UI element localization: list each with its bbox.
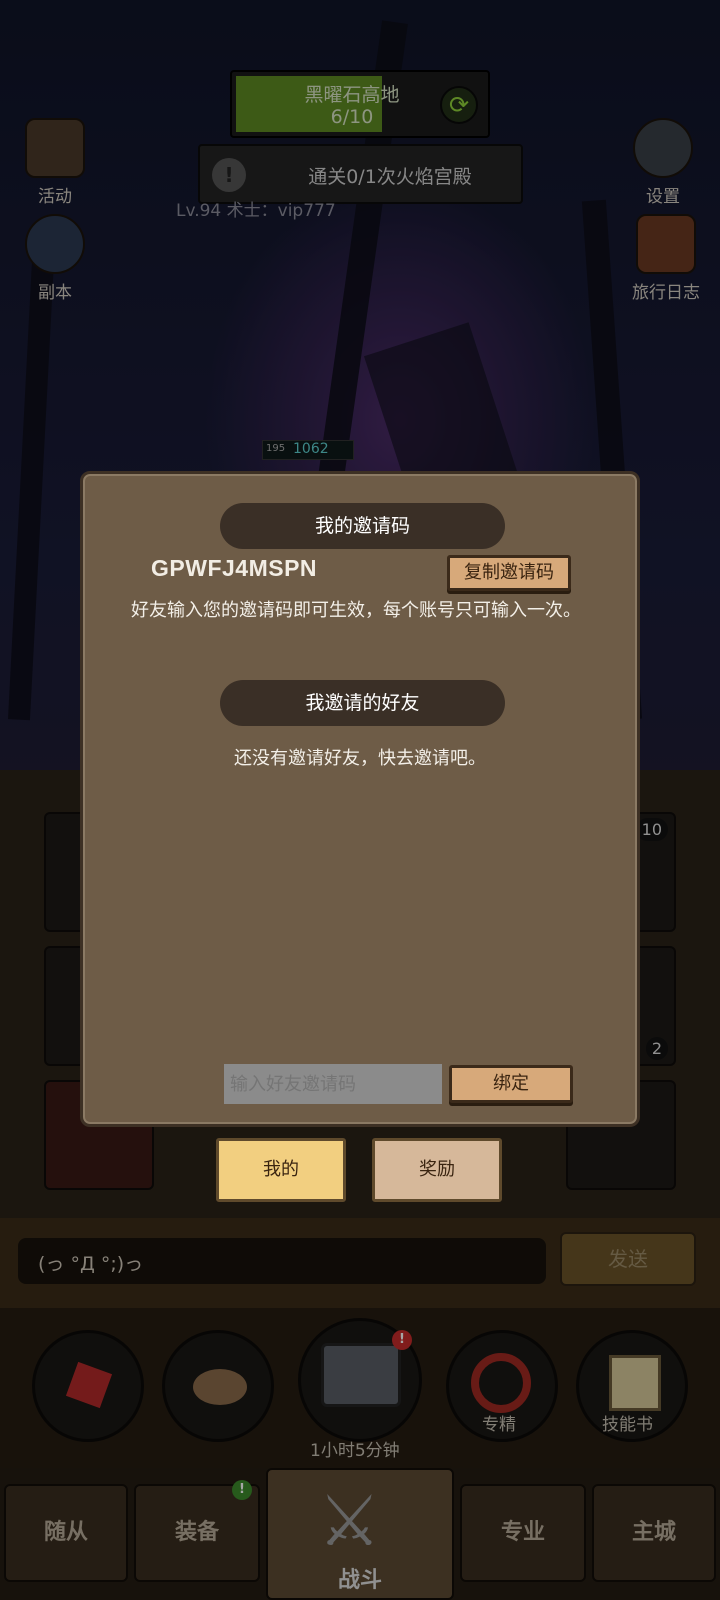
invited-friends-header: 我邀请的好友 [220,680,505,726]
tab-mine[interactable]: 我的 [216,1138,346,1202]
empty-friends-text: 还没有邀请好友，快去邀请吧。 [234,748,486,769]
tab-rewards[interactable]: 奖励 [372,1138,502,1202]
invite-dialog: 我的邀请码 GPWFJ4MSPN 复制邀请码 好友输入您的邀请码即可生效，每个账… [80,471,640,1127]
invite-code: GPWFJ4MSPN [151,555,318,581]
copy-code-button[interactable]: 复制邀请码 [447,555,571,591]
my-invite-code-header: 我的邀请码 [220,503,505,549]
bind-button[interactable]: 绑定 [449,1065,573,1103]
invite-hint: 好友输入您的邀请码即可生效，每个账号只可输入一次。 [131,600,581,621]
friend-code-input[interactable] [224,1064,442,1104]
